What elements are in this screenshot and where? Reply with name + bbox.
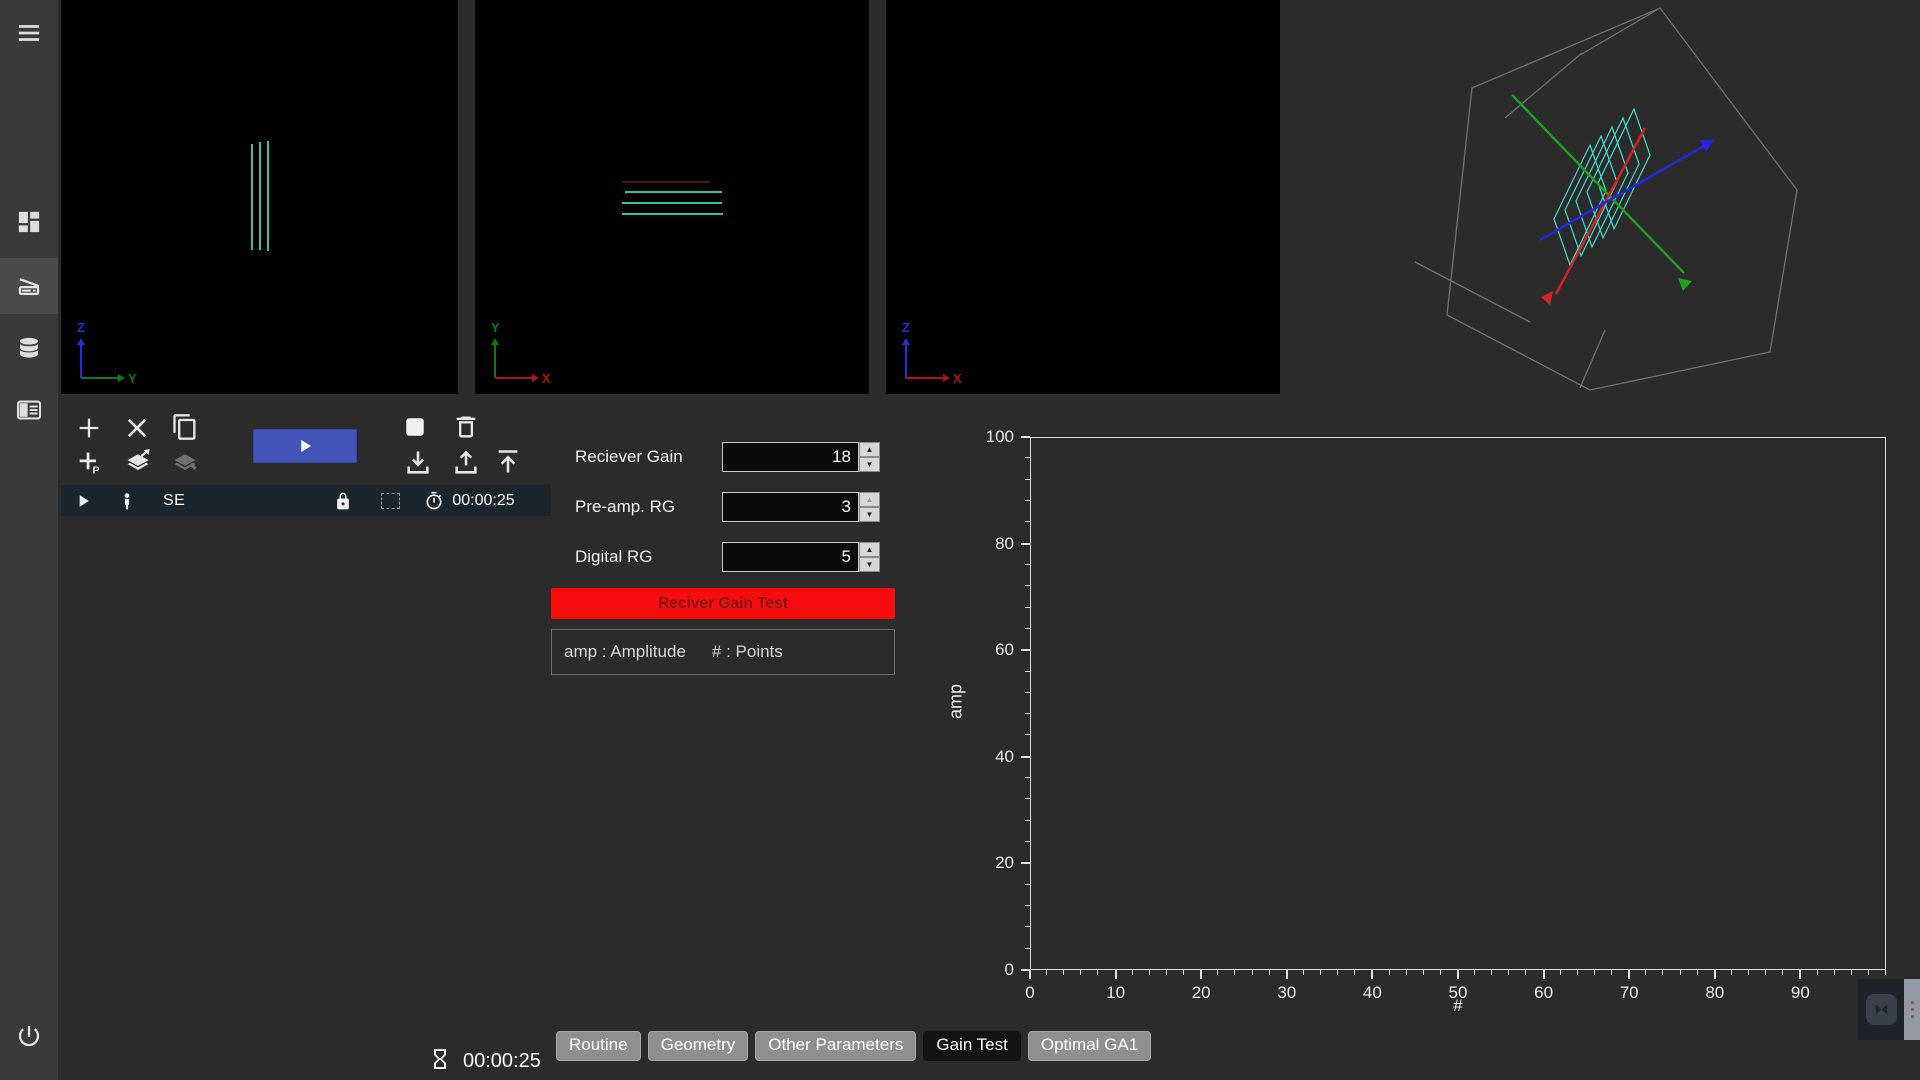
y-tick-label: 80 xyxy=(968,534,1014,554)
x-tick-label: 20 xyxy=(1181,983,1221,1003)
spinner-down-button[interactable]: ▼ xyxy=(859,557,880,572)
legend-points: # : Points xyxy=(712,642,783,662)
parameter-tabs: RoutineGeometryOther ParametersGain Test… xyxy=(556,1031,1151,1061)
axis-indicator: Z X xyxy=(892,318,964,390)
tab-geometry[interactable]: Geometry xyxy=(648,1031,749,1061)
profile-line xyxy=(622,213,723,215)
scanner-icon[interactable] xyxy=(16,273,43,300)
corner-widget-handle[interactable] xyxy=(1904,979,1920,1040)
layers-edit-icon-disabled xyxy=(171,449,199,477)
profile-line xyxy=(259,142,261,250)
tab-other-parameters[interactable]: Other Parameters xyxy=(755,1031,916,1061)
x-tick-label: 60 xyxy=(1524,983,1564,1003)
spinner-down-button[interactable]: ▼ xyxy=(859,507,880,522)
axis-indicator: Z Y xyxy=(67,318,139,390)
spinner-up-button[interactable]: ▲ xyxy=(859,542,880,557)
plot-area[interactable] xyxy=(1030,437,1886,970)
x-tick-label: 0 xyxy=(1010,983,1050,1003)
play-icon xyxy=(296,437,314,455)
horizontal-axis-label: X xyxy=(542,371,551,386)
viewport-zx[interactable]: Z X xyxy=(886,0,1280,394)
viewport-zy[interactable]: Z Y xyxy=(61,0,458,394)
elapsed-time: 00:00:25 xyxy=(463,1050,541,1073)
horizontal-axis-label: Y xyxy=(128,371,137,386)
vertical-axis-label: Y xyxy=(491,320,500,335)
lock-icon xyxy=(333,491,353,511)
layers-export-icon[interactable] xyxy=(124,449,152,477)
profile-line xyxy=(622,202,722,204)
x-tick-label: 90 xyxy=(1780,983,1820,1003)
y-axis-label: amp xyxy=(946,667,967,737)
person-icon xyxy=(117,491,137,511)
receiver-gain-test-button[interactable]: Reciver Gain Test xyxy=(551,588,895,619)
x-tick-label: 30 xyxy=(1267,983,1307,1003)
reader-icon[interactable] xyxy=(16,397,43,424)
profile-line xyxy=(625,191,722,193)
flip-icon[interactable] xyxy=(1866,994,1897,1025)
add-icon[interactable] xyxy=(75,414,103,442)
tab-gain-test[interactable]: Gain Test xyxy=(923,1031,1021,1061)
legend-box: amp : Amplitude # : Points xyxy=(551,629,895,675)
database-icon[interactable] xyxy=(16,335,43,362)
power-icon[interactable] xyxy=(16,1023,43,1050)
spinner-up-button[interactable]: ▲ xyxy=(859,442,880,457)
x-tick-label: 40 xyxy=(1352,983,1392,1003)
spinner-up-button[interactable]: ▲ xyxy=(859,492,880,507)
number-input[interactable]: 3 xyxy=(722,492,859,522)
delete-icon[interactable] xyxy=(452,413,480,441)
upload-icon[interactable] xyxy=(452,449,480,477)
tab-optimal-ga1[interactable]: Optimal GA1 xyxy=(1028,1031,1151,1061)
profile-line xyxy=(251,144,253,250)
field-label: Reciever Gain xyxy=(575,447,722,467)
svg-text:P: P xyxy=(93,465,100,477)
menu-icon[interactable] xyxy=(16,20,43,47)
close-icon[interactable] xyxy=(123,414,151,442)
add-point-icon[interactable]: P xyxy=(75,449,103,477)
field-label: Pre-amp. RG xyxy=(575,497,722,517)
selection-box-icon[interactable] xyxy=(381,493,400,509)
field-label: Digital RG xyxy=(575,547,722,567)
orientation-cube[interactable] xyxy=(1280,0,1920,400)
sequence-play-icon[interactable] xyxy=(73,491,93,511)
viewport-yx[interactable]: Y X xyxy=(475,0,869,394)
sidebar xyxy=(0,0,58,1080)
number-input[interactable]: 18 xyxy=(722,442,859,472)
sequence-duration: 00:00:25 xyxy=(452,492,514,510)
y-tick-label: 60 xyxy=(968,640,1014,660)
corner-widget[interactable] xyxy=(1858,979,1920,1040)
sequence-row[interactable]: SE 00:00:25 xyxy=(61,485,551,516)
corner-widget-body[interactable] xyxy=(1858,979,1904,1040)
upload-top-icon[interactable] xyxy=(494,448,522,476)
y-tick-label: 20 xyxy=(968,853,1014,873)
profile-line-red xyxy=(622,181,710,183)
download-icon[interactable] xyxy=(404,449,432,477)
legend-amp: amp : Amplitude xyxy=(564,642,686,662)
vertical-axis-label: Z xyxy=(77,320,85,335)
sequence-name: SE xyxy=(163,492,185,510)
hourglass-icon xyxy=(428,1046,452,1072)
dashboard-icon[interactable] xyxy=(16,209,43,236)
y-tick-label: 100 xyxy=(968,427,1014,447)
spinner-down-button[interactable]: ▼ xyxy=(859,457,880,472)
axis-indicator: Y X xyxy=(481,318,553,390)
3d-axes xyxy=(1512,95,1714,305)
application-window: Z Y Y X Z X xyxy=(0,0,1920,1080)
stopwatch-icon xyxy=(424,491,444,511)
stop-icon[interactable] xyxy=(401,413,429,441)
vertical-axis-label: Z xyxy=(902,320,910,335)
x-tick-label: 50 xyxy=(1438,983,1478,1003)
horizontal-axis-label: X xyxy=(953,371,962,386)
tab-routine[interactable]: Routine xyxy=(556,1031,641,1061)
number-input[interactable]: 5 xyxy=(722,542,859,572)
profile-line xyxy=(267,141,269,251)
x-tick-label: 70 xyxy=(1609,983,1649,1003)
copy-icon[interactable] xyxy=(171,413,199,441)
run-sequence-button[interactable] xyxy=(253,429,357,463)
x-tick-label: 80 xyxy=(1695,983,1735,1003)
y-tick-label: 0 xyxy=(968,960,1014,980)
y-tick-label: 40 xyxy=(968,747,1014,767)
x-tick-label: 10 xyxy=(1096,983,1136,1003)
